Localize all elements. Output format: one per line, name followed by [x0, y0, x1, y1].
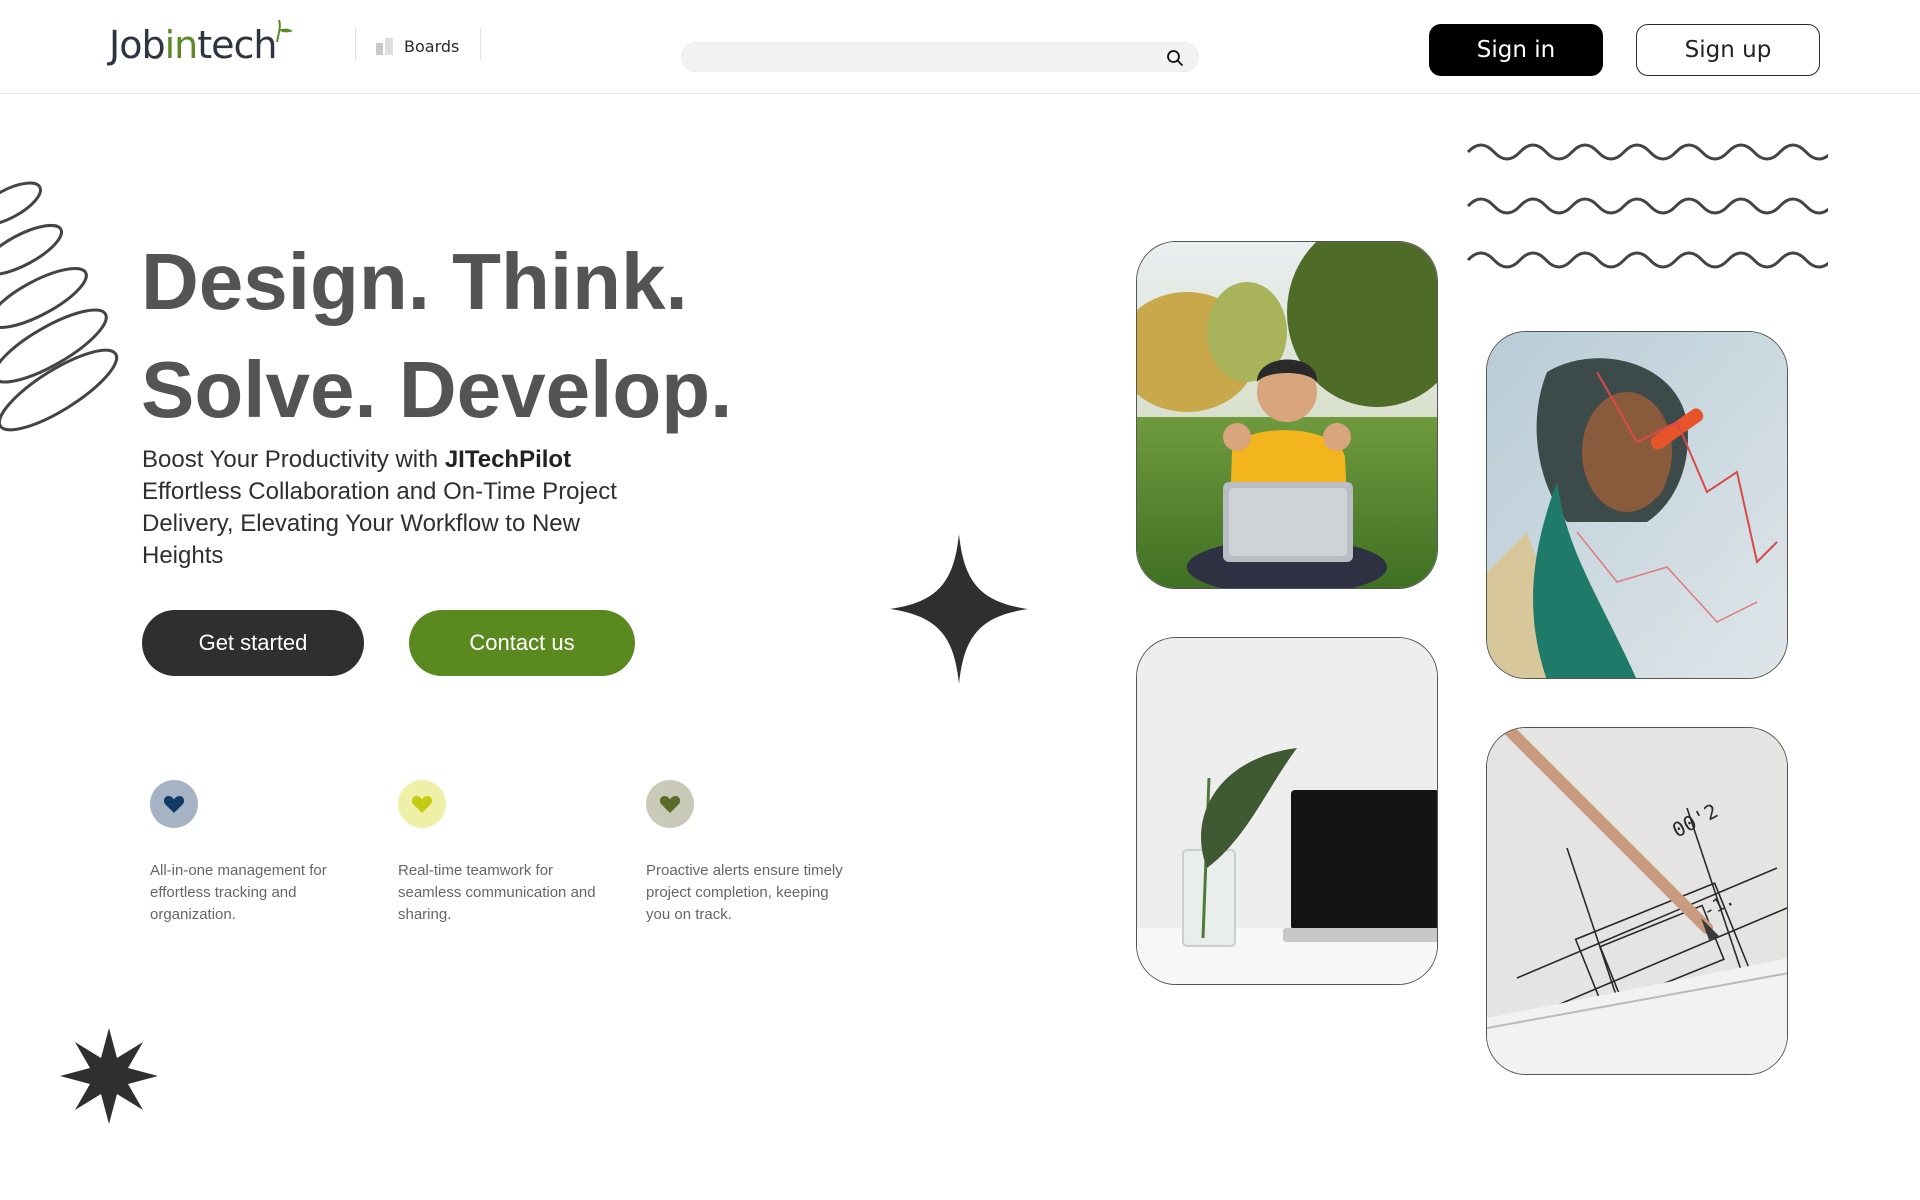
- brand-logo[interactable]: Jobintech: [109, 19, 293, 70]
- photo-woman-glass: [1486, 331, 1788, 679]
- feature-item: All-in-one management for effortless tra…: [150, 780, 350, 926]
- contact-us-button[interactable]: Contact us: [409, 610, 635, 676]
- sign-in-button[interactable]: Sign in: [1429, 24, 1603, 76]
- four-point-star-decoration: [890, 534, 1028, 684]
- heart-icon: [150, 780, 198, 828]
- search-input[interactable]: [682, 43, 1152, 71]
- top-navbar: Jobintech Boards Sign in Sign up: [0, 0, 1920, 94]
- boards-icon: [376, 38, 393, 55]
- feature-text: Proactive alerts ensure timely project c…: [646, 862, 843, 923]
- logo-text: Jobintech: [109, 23, 278, 67]
- hero-description: Boost Your Productivity with JITechPilot…: [142, 444, 642, 572]
- photo-man-laptop: [1136, 241, 1438, 589]
- feature-item: Proactive alerts ensure timely project c…: [646, 780, 846, 926]
- eight-point-star-decoration: [60, 1028, 158, 1124]
- photo-plant-laptop: [1136, 637, 1438, 985]
- feature-text: All-in-one management for effortless tra…: [150, 862, 327, 923]
- photo-blueprint: 00'2 -1.: [1486, 727, 1788, 1075]
- get-started-button[interactable]: Get started: [142, 610, 364, 676]
- hero-desc-lead: Boost Your Productivity with: [142, 446, 445, 473]
- heart-icon: [398, 780, 446, 828]
- brand-name: JITechPilot: [444, 446, 572, 473]
- hero-desc-rest: Effortless Collaboration and On-Time Pro…: [142, 478, 617, 569]
- heart-icon: [646, 780, 694, 828]
- scribble-decoration: [0, 181, 119, 432]
- feature-text: Real-time teamwork for seamless communic…: [398, 862, 596, 923]
- wave-lines-decoration: [1466, 143, 1828, 269]
- search-icon[interactable]: [1166, 49, 1184, 67]
- boards-button[interactable]: Boards: [374, 30, 459, 62]
- leaf-icon: [275, 19, 293, 43]
- header-divider: [480, 28, 481, 60]
- hero-title-line-2: Solve. Develop.: [141, 345, 733, 434]
- hero-title-line-1: Design. Think.: [141, 237, 688, 326]
- feature-item: Real-time teamwork for seamless communic…: [398, 780, 598, 926]
- header-divider: [355, 28, 356, 60]
- hero-title: Design. Think. Solve. Develop.: [141, 228, 732, 444]
- boards-label: Boards: [404, 36, 460, 56]
- search-bar: [681, 42, 1199, 72]
- sign-up-button[interactable]: Sign up: [1636, 24, 1820, 76]
